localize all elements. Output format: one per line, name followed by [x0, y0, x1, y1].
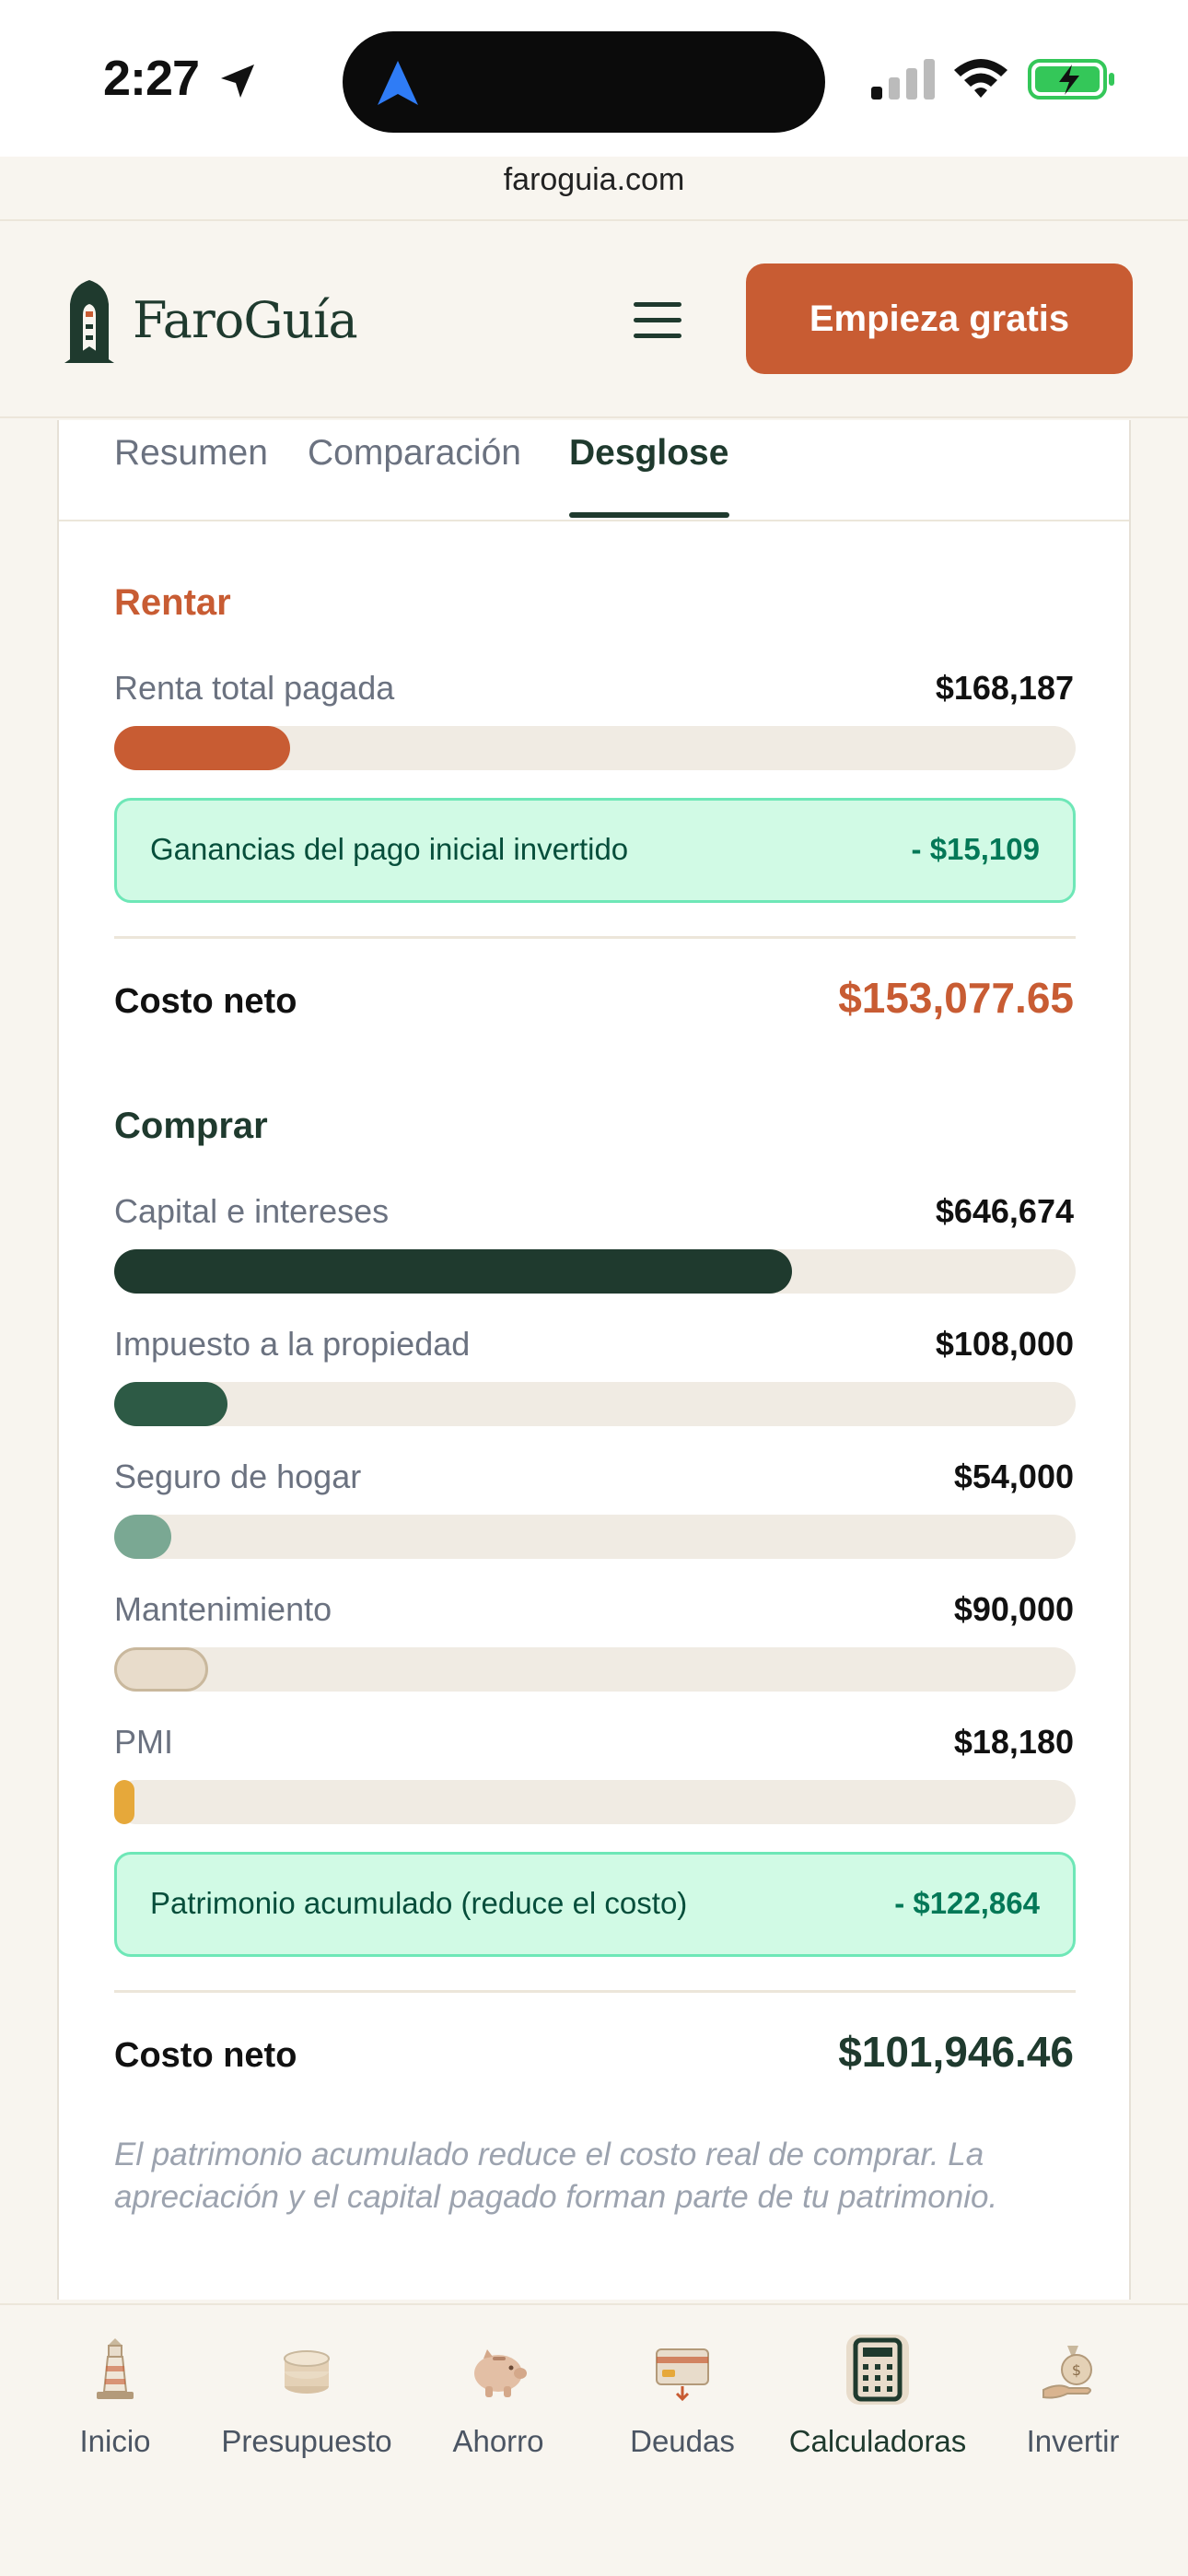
buy-net-value: $101,946.46 — [838, 2028, 1074, 2076]
buy-capital-bar-fill — [114, 1249, 792, 1294]
brand-logo-text[interactable]: FaroGuía — [133, 291, 358, 349]
dynamic-island — [343, 31, 825, 133]
nav-label: Invertir — [1026, 2424, 1120, 2458]
buy-tax-label: Impuesto a la propiedad — [114, 1325, 471, 1363]
piggy-bank-icon — [474, 2349, 527, 2397]
buy-maintenance-bar-track — [114, 1647, 1076, 1692]
rent-total-label: Renta total pagada — [114, 669, 395, 707]
buy-section-title: Comprar — [114, 1106, 268, 1146]
nav-item-invertir[interactable]: $ Invertir — [976, 2333, 1170, 2459]
calculator-icon — [846, 2335, 909, 2405]
active-tab-indicator — [569, 512, 729, 518]
rent-net-value: $153,077.65 — [838, 974, 1074, 1022]
buy-capital-label: Capital e intereses — [114, 1192, 390, 1230]
breakdown-card: Resumen Comparación Desglose Rentar Rent… — [57, 420, 1131, 2300]
buy-pmi-bar-fill — [114, 1780, 134, 1824]
buy-insurance-bar-fill — [114, 1515, 171, 1559]
nav-label: Deudas — [630, 2424, 735, 2458]
tab-desglose[interactable]: Desglose — [569, 433, 728, 474]
buy-net-label: Costo neto — [114, 2036, 297, 2075]
address-bar-url[interactable]: faroguia.com — [0, 162, 1188, 198]
lighthouse-logo-icon — [64, 280, 114, 363]
nav-label: Ahorro — [452, 2424, 544, 2458]
nav-item-ahorro[interactable]: Ahorro — [402, 2333, 595, 2459]
buy-footnote: El patrimonio acumulado reduce el costo … — [114, 2137, 998, 2215]
navigation-arrow-icon — [378, 61, 418, 105]
buy-equity-label: Patrimonio acumulado (reduce el costo) — [150, 1886, 688, 1920]
rent-gain-value: - $15,109 — [911, 832, 1040, 866]
money-bag-icon: $ — [1042, 2346, 1092, 2399]
buy-insurance-label: Seguro de hogar — [114, 1458, 362, 1495]
hamburger-menu-button[interactable] — [630, 295, 685, 346]
menu-line — [634, 334, 681, 338]
rent-total-bar-track — [114, 726, 1076, 770]
nav-item-inicio[interactable]: Inicio — [18, 2333, 212, 2459]
buy-pmi-value: $18,180 — [953, 1723, 1074, 1761]
buy-maintenance-bar-fill — [114, 1647, 208, 1692]
location-arrow-icon — [221, 64, 254, 98]
start-free-button[interactable]: Empieza gratis — [746, 263, 1133, 374]
rent-gain-box: Ganancias del pago inicial invertido - $… — [114, 798, 1076, 903]
credit-card-icon — [656, 2348, 709, 2402]
app-header: FaroGuía Empieza gratis — [0, 219, 1188, 418]
nav-item-calculadoras[interactable]: Calculadoras — [781, 2333, 974, 2459]
buy-maintenance-label: Mantenimiento — [114, 1590, 332, 1628]
nav-item-presupuesto[interactable]: Presupuesto — [210, 2333, 403, 2459]
nav-label: Inicio — [79, 2424, 151, 2458]
rent-total-value: $168,187 — [935, 669, 1074, 707]
status-bar: 2:27 faroguia.com — [0, 0, 1188, 197]
rent-net-label: Costo neto — [114, 982, 297, 1021]
buy-tax-value: $108,000 — [935, 1325, 1074, 1363]
buy-insurance-bar-track — [114, 1515, 1076, 1559]
menu-line — [634, 318, 681, 322]
rent-total-bar-fill — [114, 726, 290, 770]
wifi-icon — [954, 59, 1007, 98]
buy-tax-bar-fill — [114, 1382, 227, 1426]
buy-maintenance-value: $90,000 — [953, 1590, 1074, 1628]
buy-insurance-value: $54,000 — [953, 1458, 1074, 1495]
buy-pmi-label: PMI — [114, 1723, 174, 1761]
buy-equity-box: Patrimonio acumulado (reduce el costo) -… — [114, 1852, 1076, 1957]
tab-resumen[interactable]: Resumen — [114, 433, 268, 474]
bottom-nav: Inicio Presupuesto Ahorro Deudas Calcula… — [0, 2303, 1188, 2576]
menu-line — [634, 302, 681, 307]
rent-divider — [114, 936, 1076, 939]
nav-item-deudas[interactable]: Deudas — [586, 2333, 779, 2459]
svg-text:$: $ — [1072, 2361, 1081, 2379]
tab-bar: Resumen Comparación Desglose — [59, 420, 1129, 521]
buy-divider — [114, 1990, 1076, 1993]
nav-label: Presupuesto — [221, 2424, 392, 2458]
buy-capital-bar-track — [114, 1249, 1076, 1294]
nav-label: Calculadoras — [788, 2424, 967, 2458]
lighthouse-icon — [97, 2338, 134, 2399]
buy-tax-bar-track — [114, 1382, 1076, 1426]
buy-pmi-bar-track — [114, 1780, 1076, 1824]
coins-icon — [284, 2350, 330, 2394]
rent-gain-label: Ganancias del pago inicial invertido — [150, 832, 629, 866]
battery-charging-icon — [1028, 59, 1114, 100]
status-time: 2:27 — [103, 51, 200, 106]
tab-comparacion[interactable]: Comparación — [308, 433, 521, 474]
cellular-signal-icon — [871, 59, 935, 100]
rent-section-title: Rentar — [114, 582, 231, 623]
buy-equity-value: - $122,864 — [894, 1886, 1040, 1920]
buy-capital-value: $646,674 — [935, 1192, 1074, 1230]
